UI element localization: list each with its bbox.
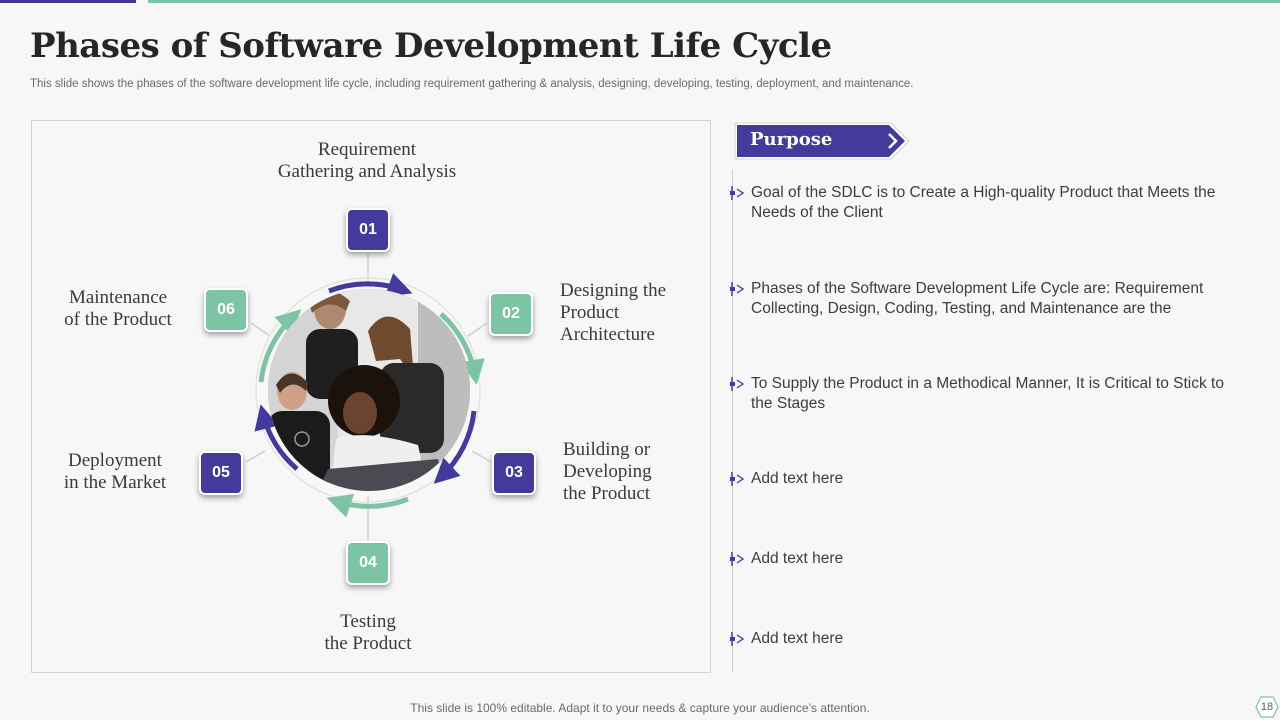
purpose-item-text: Add text here bbox=[751, 630, 844, 647]
phase-label-line: Developing bbox=[563, 461, 652, 482]
phase-badge-05: 05 bbox=[199, 451, 243, 495]
double-chevron-marker-icon bbox=[730, 632, 745, 646]
phase-label-line: Product bbox=[560, 302, 620, 323]
purpose-heading: Purpose bbox=[750, 129, 833, 150]
team-photo bbox=[268, 289, 470, 491]
phase-label-line: Building or bbox=[563, 439, 651, 460]
phase-badge-03: 03 bbox=[492, 451, 536, 495]
purpose-item: To Supply the Product in a Methodical Ma… bbox=[728, 374, 1238, 416]
purpose-item-text: To Supply the Product in a Methodical Ma… bbox=[751, 375, 1224, 412]
purpose-item-text: Phases of the Software Development Life … bbox=[751, 280, 1204, 317]
phase-label-line: Designing the bbox=[560, 280, 667, 301]
connector-03 bbox=[471, 450, 492, 463]
purpose-item: Add text here bbox=[728, 469, 1238, 491]
phase-badge-04: 04 bbox=[346, 541, 390, 585]
phase-label-line: Testing bbox=[340, 611, 396, 632]
connector-02 bbox=[467, 322, 488, 337]
phase-label-line: Deployment bbox=[68, 450, 162, 471]
phase-label-line: the Product bbox=[324, 633, 412, 654]
phase-label-06: Maintenance of the Product bbox=[44, 287, 192, 331]
phase-label-line: Gathering and Analysis bbox=[277, 161, 457, 182]
purpose-item: Add text here bbox=[728, 629, 1238, 651]
purpose-item-text: Goal of the SDLC is to Create a High-qua… bbox=[751, 184, 1216, 221]
phase-badge-06: 06 bbox=[204, 288, 248, 332]
phase-label-line: Requirement bbox=[317, 139, 417, 160]
slide-footer: This slide is 100% editable. Adapt it to… bbox=[410, 701, 870, 715]
phase-label-line: in the Market bbox=[63, 472, 167, 493]
purpose-item: Phases of the Software Development Life … bbox=[728, 279, 1238, 321]
purpose-item: Goal of the SDLC is to Create a High-qua… bbox=[728, 183, 1238, 225]
purpose-item-text: Add text here bbox=[751, 470, 844, 487]
connector-06 bbox=[250, 322, 271, 337]
purpose-timeline-line bbox=[732, 170, 733, 672]
phase-label-line: the Product bbox=[563, 483, 651, 504]
double-chevron-marker-icon bbox=[730, 377, 745, 391]
purpose-item: Add text here bbox=[728, 549, 1238, 571]
phase-label-02: Designing the Product Architecture bbox=[560, 280, 710, 346]
phase-label-03: Building or Developing the Product bbox=[563, 439, 713, 505]
double-chevron-marker-icon bbox=[730, 552, 745, 566]
phase-label-01: Requirement Gathering and Analysis bbox=[236, 139, 498, 183]
double-chevron-marker-icon bbox=[730, 282, 745, 296]
double-chevron-marker-icon bbox=[730, 472, 745, 486]
connector-05 bbox=[245, 450, 266, 463]
double-chevron-marker-icon bbox=[730, 186, 745, 200]
cycle-diagram bbox=[245, 254, 492, 540]
phase-badge-02: 02 bbox=[489, 292, 533, 336]
page-number: 18 bbox=[1260, 701, 1274, 713]
phase-label-line: Architecture bbox=[560, 324, 655, 345]
phase-label-line: Maintenance bbox=[68, 287, 168, 308]
purpose-item-text: Add text here bbox=[751, 550, 844, 567]
phase-badge-01: 01 bbox=[346, 208, 390, 252]
phase-label-04: Testing the Product bbox=[276, 611, 460, 655]
phase-label-line: of the Product bbox=[64, 309, 172, 330]
phase-label-05: Deployment in the Market bbox=[44, 450, 186, 494]
